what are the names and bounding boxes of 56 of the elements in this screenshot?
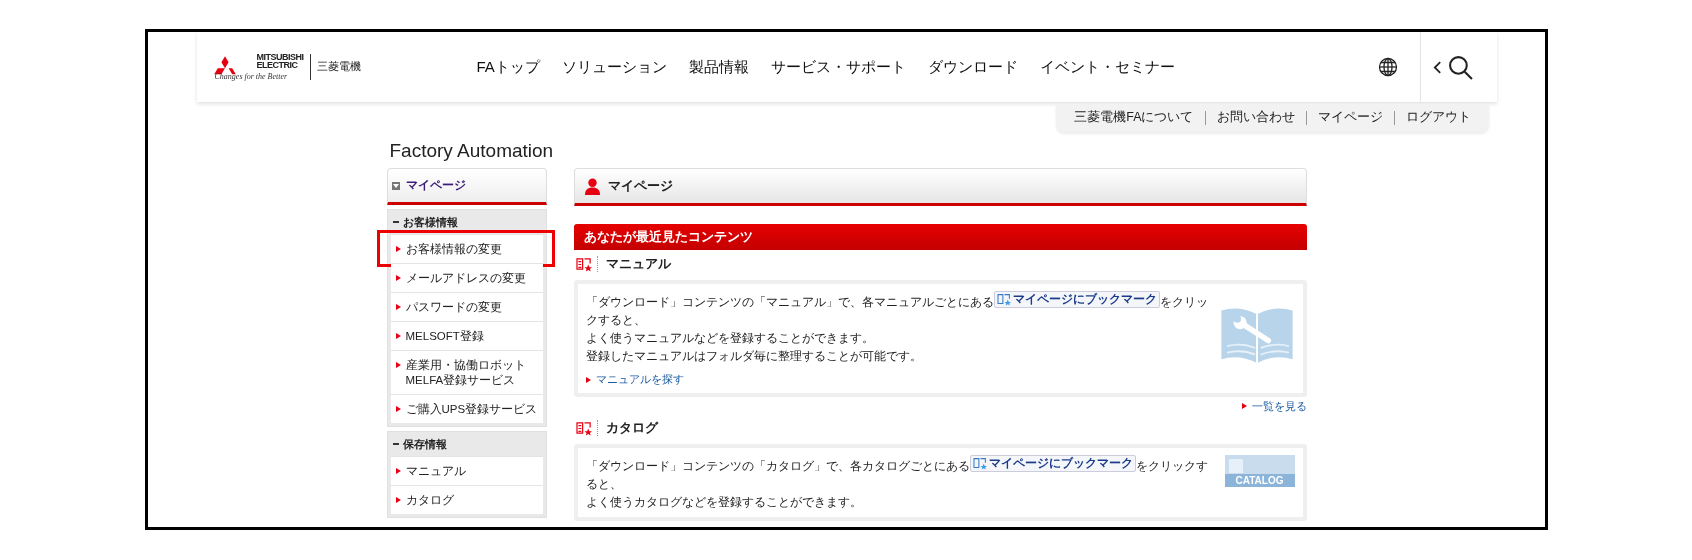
book-star-icon bbox=[575, 256, 593, 272]
book-star-icon bbox=[575, 420, 593, 436]
sidebar-link[interactable]: パスワードの変更 bbox=[390, 292, 543, 321]
utility-link[interactable]: ログアウト bbox=[1405, 109, 1471, 126]
sidebar-link[interactable]: カタログ bbox=[390, 485, 543, 514]
nav-link[interactable]: ソリューション bbox=[561, 57, 667, 77]
logo-tagline: Changes for the Better bbox=[214, 72, 289, 81]
logo-brand-text: MITSUBISHI ELECTRIC bbox=[256, 53, 304, 69]
sidebar-link[interactable]: お客様情報の変更 bbox=[390, 234, 543, 263]
group-heading: カタログ bbox=[605, 419, 658, 437]
logo-name-text: 三菱電機 bbox=[316, 60, 361, 74]
globe-icon[interactable] bbox=[1377, 57, 1398, 77]
bullet-icon bbox=[395, 333, 401, 339]
sidebar-link[interactable]: マニュアル bbox=[390, 456, 543, 485]
section-heading: お客様情報 bbox=[402, 214, 458, 230]
nav-link[interactable]: 製品情報 bbox=[688, 57, 749, 77]
bookmark-button[interactable]: マイページにブックマーク bbox=[993, 291, 1160, 308]
utility-link[interactable]: 三菱電機FAについて bbox=[1074, 109, 1194, 126]
section-banner: あなたが最近見たコンテンツ bbox=[573, 224, 1307, 250]
sidebar-link[interactable]: MELSOFT登録 bbox=[390, 321, 543, 350]
bullet-icon bbox=[395, 275, 401, 281]
utility-link[interactable]: マイページ bbox=[1317, 109, 1383, 126]
group-heading: マニュアル bbox=[605, 255, 671, 273]
utility-link[interactable]: お問い合わせ bbox=[1216, 109, 1295, 126]
description-text: 「ダウンロード」コンテンツの「マニュアル」で、各マニュアルごとにある マイページにブックマーク をクリックすると、 よく使うマニュアルなどを登録することができます。 bbox=[585, 291, 1209, 347]
description-text: 「ダウンロード」コンテンツの「カタログ」で、各カタログごとにある マイページにブックマーク をクリックすると、 よく使うカタログなどを登録することができます。 bbox=[585, 455, 1209, 511]
book-star-icon bbox=[972, 457, 988, 470]
bookmark-button[interactable]: マイページにブックマーク bbox=[969, 455, 1136, 472]
note-text: 登録したマニュアルはフォルダ毎に整理することが可能です。 bbox=[585, 348, 923, 365]
chevron-left-icon[interactable] bbox=[1432, 59, 1442, 75]
book-star-icon bbox=[996, 293, 1012, 306]
search-icon[interactable] bbox=[1447, 54, 1473, 80]
bullet-icon bbox=[395, 304, 401, 310]
bullet-icon bbox=[395, 406, 401, 412]
bullet-icon bbox=[395, 362, 401, 368]
search-link[interactable]: マニュアルを探す bbox=[585, 373, 684, 387]
nav-link[interactable]: イベント・セミナー bbox=[1039, 57, 1175, 77]
bullet-icon bbox=[395, 246, 401, 252]
bullet-icon bbox=[395, 468, 401, 474]
minus-icon[interactable] bbox=[392, 221, 399, 223]
page-title: マイページ bbox=[607, 177, 673, 195]
nav-link[interactable]: サービス・サポート bbox=[770, 57, 906, 77]
section-heading: 保存情報 bbox=[402, 436, 447, 452]
catalog-drawing: CATALOG bbox=[1224, 455, 1295, 487]
view-all-link[interactable]: 一覧を見る bbox=[1241, 399, 1307, 414]
sidebar-title: マイページ bbox=[405, 177, 466, 194]
collapse-icon[interactable] bbox=[391, 181, 400, 190]
site-title: Factory Automation bbox=[389, 140, 555, 162]
nav-link[interactable]: ダウンロード bbox=[927, 57, 1018, 77]
sidebar-link[interactable]: ご購入UPS登録サービス bbox=[390, 394, 543, 423]
minus-icon[interactable] bbox=[392, 443, 399, 445]
person-icon bbox=[584, 177, 600, 195]
bullet-icon bbox=[395, 497, 401, 503]
sidebar-link[interactable]: メールアドレスの変更 bbox=[390, 263, 543, 292]
sidebar-link[interactable]: 産業用・協働ロボット MELFA登録サービス bbox=[390, 350, 543, 394]
nav-link[interactable]: FAトップ bbox=[476, 57, 540, 77]
